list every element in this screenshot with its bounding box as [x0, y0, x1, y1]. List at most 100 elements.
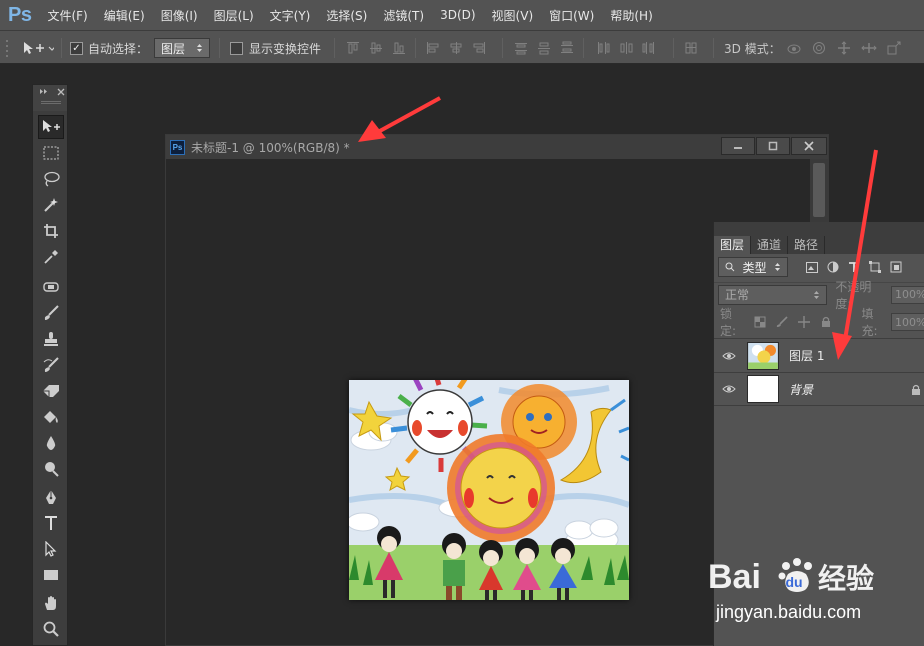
brush-tool[interactable] [38, 301, 64, 325]
3d-slide-icon[interactable] [861, 41, 877, 55]
3d-drag-icon[interactable] [836, 41, 852, 55]
distribute-vcenter-icon[interactable] [537, 41, 551, 55]
distribute-left-icon[interactable] [596, 41, 610, 55]
auto-align-button[interactable] [684, 31, 698, 65]
show-transform-checkbox[interactable] [230, 41, 243, 55]
rectangle-tool[interactable] [38, 563, 64, 587]
panel-dock-header[interactable] [714, 222, 924, 236]
close-icon[interactable] [57, 88, 65, 96]
lock-transparent-pixels-icon[interactable] [754, 316, 766, 328]
clone-stamp-tool[interactable] [38, 327, 64, 351]
magic-wand-tool[interactable] [38, 193, 64, 217]
layer-row-layer1[interactable]: 图层 1 [714, 338, 924, 372]
align-vcenter-icon[interactable] [369, 41, 383, 55]
menu-edit[interactable]: 编辑(E) [104, 7, 145, 24]
auto-select-target-dropdown[interactable]: 图层 [154, 38, 210, 58]
scrollbar-thumb[interactable] [813, 163, 825, 217]
menu-view[interactable]: 视图(V) [492, 7, 534, 24]
svg-text:Bai: Bai [708, 558, 761, 596]
align-top-icon[interactable] [346, 41, 360, 55]
grip-icon [6, 40, 8, 57]
align-right-icon[interactable] [472, 41, 486, 55]
close-button[interactable] [791, 137, 827, 155]
zoom-tool[interactable] [38, 617, 64, 641]
lock-all-icon[interactable] [820, 316, 832, 328]
opacity-input[interactable]: 100% [891, 285, 924, 304]
align-hcenter-icon[interactable] [449, 41, 463, 55]
3d-roll-icon[interactable] [811, 41, 827, 55]
3d-scale-icon[interactable] [886, 41, 902, 55]
3d-rotate-icon[interactable] [786, 41, 802, 55]
visibility-toggle[interactable] [714, 384, 744, 394]
collapse-double-arrow-icon[interactable] [39, 88, 49, 95]
dodge-tool[interactable] [38, 457, 64, 481]
menu-image[interactable]: 图像(I) [161, 7, 198, 24]
history-brush-tool[interactable] [38, 353, 64, 377]
tool-preset-picker[interactable] [22, 31, 54, 65]
layer-name: 背景 [789, 382, 814, 397]
menu-3d[interactable]: 3D(D) [440, 8, 475, 22]
watermark-url: jingyan.baidu.com [716, 602, 862, 622]
menu-filter[interactable]: 滤镜(T) [383, 7, 424, 24]
separator [502, 38, 503, 58]
hand-tool[interactable] [38, 591, 64, 615]
auto-select-checkbox[interactable]: ✓ [70, 41, 83, 55]
pen-tool[interactable] [38, 485, 64, 509]
menu-layer[interactable]: 图层(L) [214, 7, 254, 24]
blur-tool[interactable] [38, 431, 64, 455]
lock-image-pixels-icon[interactable] [776, 316, 788, 328]
eraser-tool[interactable] [38, 379, 64, 403]
eraser-icon [43, 385, 59, 397]
minimize-button[interactable] [721, 137, 755, 155]
paint-bucket-tool[interactable] [38, 405, 64, 429]
updown-arrows-icon [197, 44, 202, 52]
align-left-icon[interactable] [426, 41, 440, 55]
menu-window[interactable]: 窗口(W) [549, 7, 594, 24]
layer-row-background[interactable]: 背景 [714, 372, 924, 406]
move-tool[interactable] [38, 115, 64, 139]
crop-tool[interactable] [38, 219, 64, 243]
fill-input[interactable]: 100% [891, 313, 924, 331]
tab-paths[interactable]: 路径 [788, 236, 826, 254]
tab-channels[interactable]: 通道 [751, 236, 789, 254]
maximize-button[interactable] [756, 137, 790, 155]
filter-adjustment-icon[interactable] [827, 261, 839, 273]
tab-layers[interactable]: 图层 [714, 236, 752, 254]
menu-file[interactable]: 文件(F) [47, 7, 87, 24]
canvas-image-children-drawing[interactable] [349, 380, 629, 600]
stamp-icon [44, 332, 58, 346]
close-icon [804, 141, 814, 151]
baidu-logo: Bai du 经验 [708, 558, 874, 596]
lock-position-icon[interactable] [797, 316, 810, 328]
options-bar-grip[interactable] [6, 31, 12, 65]
path-selection-tool[interactable] [38, 537, 64, 561]
lasso-tool[interactable] [38, 167, 64, 191]
distribute-right-icon[interactable] [642, 41, 656, 55]
eyedropper-tool[interactable] [38, 245, 64, 269]
menu-select[interactable]: 选择(S) [326, 7, 367, 24]
distribute-bottom-icon[interactable] [560, 41, 574, 55]
show-transform-group: 显示变换控件 [230, 31, 321, 65]
marquee-tool[interactable] [38, 141, 64, 165]
filter-shape-icon[interactable] [869, 261, 881, 273]
rectangle-shape-icon [44, 570, 58, 580]
type-tool[interactable] [38, 511, 64, 535]
rectangular-marquee-icon [43, 146, 59, 160]
bandage-icon [43, 282, 59, 292]
filter-smart-object-icon[interactable] [890, 261, 902, 273]
visibility-toggle[interactable] [714, 351, 744, 361]
distribute-hcenter-icon[interactable] [619, 41, 633, 55]
blend-mode-dropdown[interactable]: 正常 [718, 284, 828, 305]
distribute-top-icon[interactable] [514, 41, 528, 55]
filter-pixel-icon[interactable] [806, 261, 818, 273]
menu-type[interactable]: 文字(Y) [270, 7, 311, 24]
lasso-icon [44, 171, 60, 187]
layer-filter-dropdown[interactable]: 类型 [718, 257, 788, 277]
healing-brush-tool[interactable] [38, 275, 64, 299]
filter-type-icon[interactable] [848, 261, 860, 273]
menu-help[interactable]: 帮助(H) [610, 7, 652, 24]
document-title-bar[interactable]: Ps 未标题-1 @ 100%(RGB/8) * [166, 135, 828, 159]
align-bottom-icon[interactable] [392, 41, 406, 55]
distribute-vertical-buttons [514, 31, 574, 65]
grip-icon[interactable] [41, 101, 61, 105]
